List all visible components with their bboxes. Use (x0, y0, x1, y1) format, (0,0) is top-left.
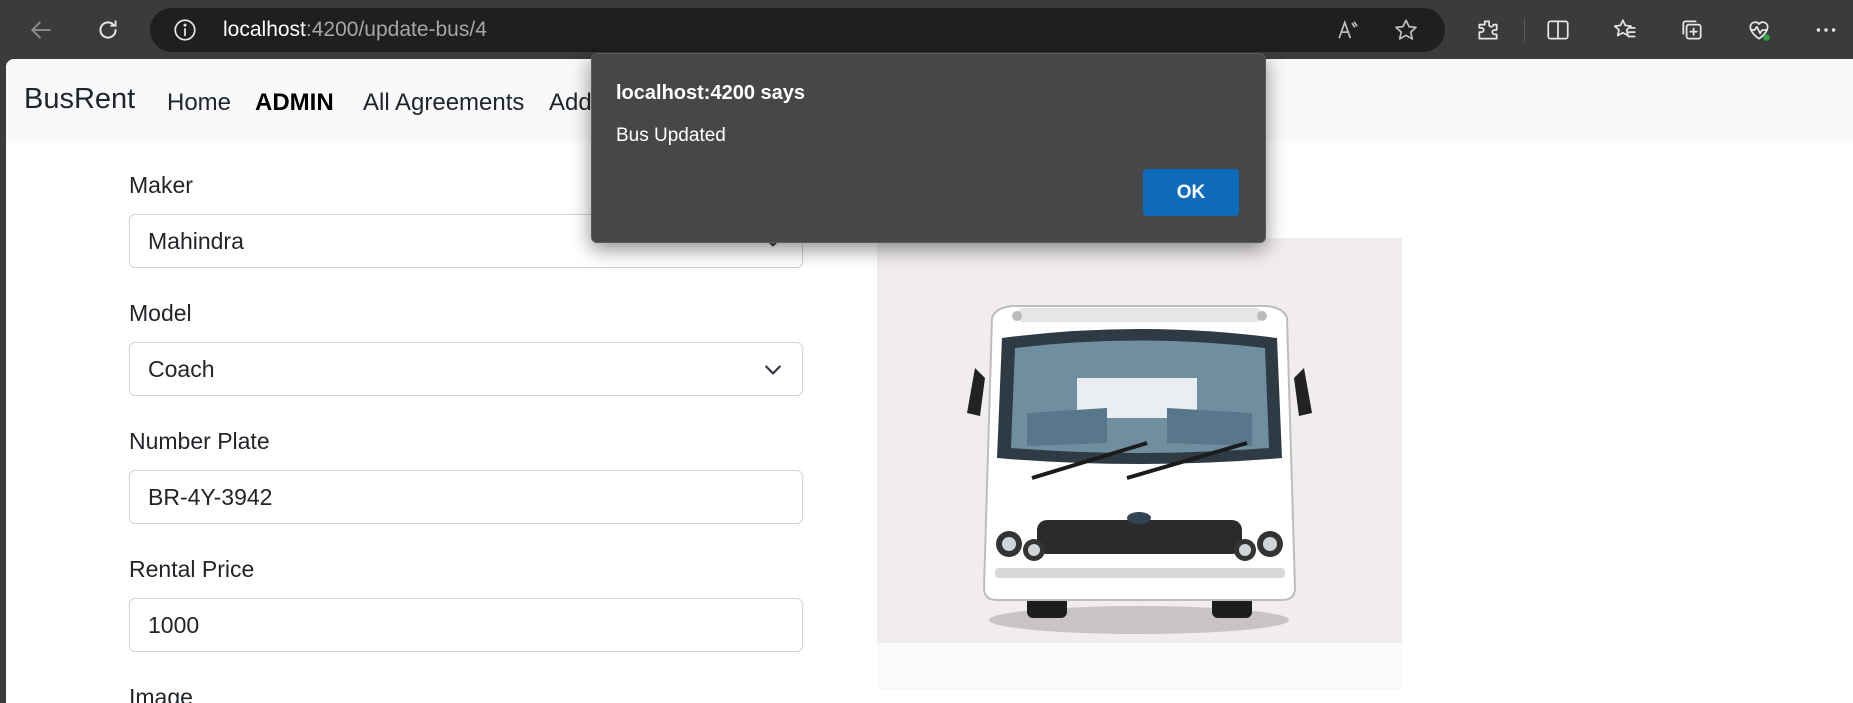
nav-all-agreements[interactable]: All Agreements (363, 89, 524, 117)
ok-button[interactable]: OK (1143, 169, 1239, 216)
url-host: localhost (223, 18, 306, 41)
split-screen-icon[interactable] (1542, 14, 1574, 46)
nav-admin[interactable]: ADMIN (255, 89, 334, 117)
more-icon[interactable] (1810, 14, 1842, 46)
model-value: Coach (148, 356, 215, 382)
url-path: :4200/update-bus/4 (305, 18, 487, 41)
toolbar-divider (1524, 18, 1525, 42)
info-icon[interactable] (172, 17, 198, 43)
refresh-icon[interactable] (92, 14, 124, 46)
model-label: Model (129, 300, 192, 326)
image-label: Image (129, 684, 193, 703)
collections-icon[interactable] (1676, 14, 1708, 46)
number-plate-input[interactable]: BR-4Y-3942 (129, 470, 803, 524)
number-plate-label: Number Plate (129, 428, 270, 454)
maker-label: Maker (129, 172, 193, 198)
dialog-title: localhost:4200 says (616, 82, 805, 104)
number-plate-value: BR-4Y-3942 (148, 484, 273, 510)
brand-logo[interactable]: BusRent (24, 83, 135, 116)
chevron-down-icon (765, 365, 781, 375)
browser-toolbar: localhost:4200/update-bus/4 (0, 0, 1853, 59)
read-aloud-icon[interactable] (1335, 17, 1361, 43)
rental-price-input[interactable]: 1000 (129, 598, 803, 652)
url-text[interactable]: localhost:4200/update-bus/4 (223, 18, 487, 42)
nav-home[interactable]: Home (167, 89, 231, 117)
maker-value: Mahindra (148, 228, 244, 254)
model-select[interactable]: Coach (129, 342, 803, 396)
heartbeat-icon[interactable] (1743, 14, 1775, 46)
rental-price-label: Rental Price (129, 556, 255, 582)
bus-image (877, 238, 1402, 690)
dialog-message: Bus Updated (616, 125, 726, 146)
star-icon[interactable] (1393, 17, 1419, 43)
back-arrow-icon[interactable] (25, 14, 57, 46)
puzzle-icon[interactable] (1472, 14, 1504, 46)
nav-add[interactable]: Add (549, 89, 592, 117)
alert-dialog: localhost:4200 says Bus Updated OK (591, 53, 1266, 243)
address-bar[interactable]: localhost:4200/update-bus/4 (150, 8, 1445, 52)
rental-price-value: 1000 (148, 612, 200, 638)
favorites-icon[interactable] (1609, 14, 1641, 46)
